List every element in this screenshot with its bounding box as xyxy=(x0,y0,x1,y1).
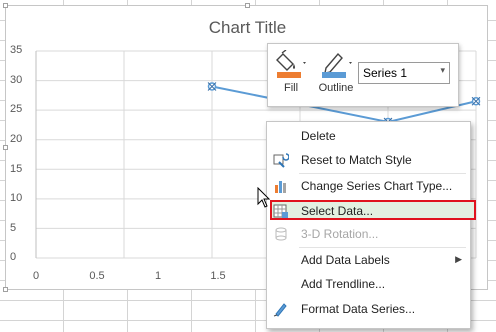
menu-item-format-data-series[interactable]: Format Data Series... xyxy=(267,298,470,320)
rotation-3d-icon xyxy=(275,227,287,241)
fill-label: Fill xyxy=(283,82,299,94)
fill-button[interactable]: Fill xyxy=(274,49,308,100)
menu-item-change-series-chart-type[interactable]: Change Series Chart Type... xyxy=(267,175,470,197)
mouse-cursor-icon xyxy=(257,187,271,208)
select-data-icon xyxy=(273,204,288,218)
series-point[interactable] xyxy=(207,82,217,91)
submenu-arrow-icon: ▶ xyxy=(455,254,462,264)
pen-outline-icon xyxy=(322,52,352,78)
menu-item-reset-to-match-style[interactable]: Reset to Match Style xyxy=(267,149,470,171)
menu-item-label: Change Series Chart Type... xyxy=(301,179,453,193)
context-menu: Delete Reset to Match Style Change Serie… xyxy=(266,121,476,329)
paint-bucket-icon xyxy=(276,49,306,78)
series-point[interactable] xyxy=(471,96,481,106)
format-series-icon xyxy=(273,303,287,317)
menu-item-add-data-labels[interactable]: Add Data Labels ▶ xyxy=(267,249,470,271)
menu-item-label: Reset to Match Style xyxy=(301,153,412,167)
menu-item-label: Add Data Labels xyxy=(301,253,390,267)
menu-item-delete[interactable]: Delete xyxy=(267,125,470,147)
chart-type-icon xyxy=(275,181,286,193)
mini-toolbar: Fill Outline Series 1 ▾ xyxy=(267,43,459,107)
reset-style-icon xyxy=(273,153,289,168)
series-select-value: Series 1 xyxy=(363,66,408,80)
menu-item-label: Format Data Series... xyxy=(301,302,416,316)
menu-item-label: Add Trendline... xyxy=(301,277,386,291)
menu-item-add-trendline[interactable]: Add Trendline... xyxy=(267,273,470,295)
outline-button[interactable]: Outline xyxy=(316,50,356,100)
outline-label: Outline xyxy=(318,82,354,94)
menu-separator xyxy=(299,173,466,174)
menu-item-3d-rotation: 3-D Rotation... xyxy=(267,223,470,245)
menu-item-label: Select Data... xyxy=(301,204,374,218)
series-select[interactable]: Series 1 ▾ xyxy=(358,62,450,84)
menu-item-label: 3-D Rotation... xyxy=(301,227,379,241)
chevron-down-icon: ▾ xyxy=(440,65,445,75)
menu-item-select-data[interactable]: Select Data... xyxy=(267,200,470,222)
menu-item-label: Delete xyxy=(301,129,336,143)
menu-separator xyxy=(299,247,466,248)
